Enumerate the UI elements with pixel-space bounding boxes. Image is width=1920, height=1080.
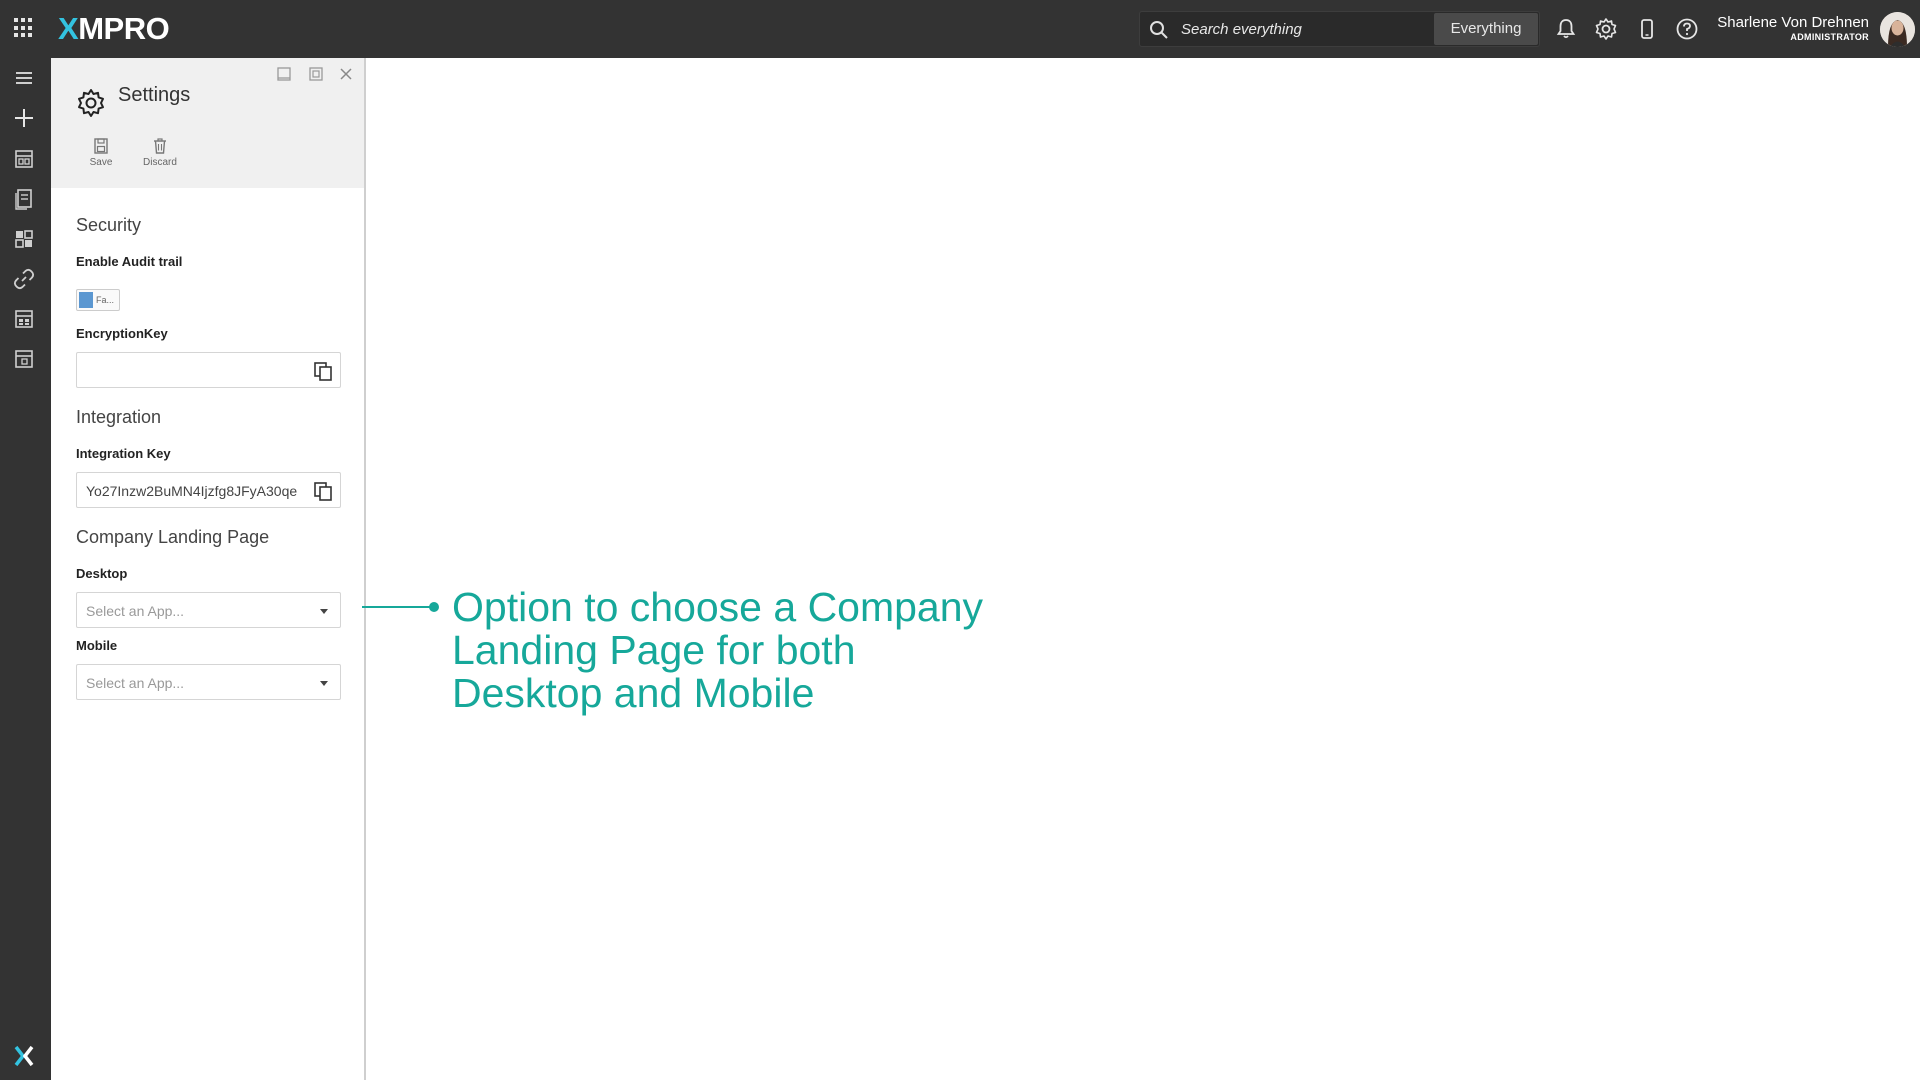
copy-icon[interactable] (312, 360, 334, 382)
security-heading: Security (76, 215, 142, 235)
avatar[interactable] (1880, 12, 1915, 47)
mobile-label: Mobile (76, 638, 118, 653)
connection-icon[interactable] (12, 267, 36, 291)
callout-text: Option to choose a Company Landing Page … (452, 584, 984, 716)
mobile-icon[interactable] (1634, 16, 1660, 42)
toggle-knob (79, 292, 93, 308)
landing-page-heading: Company Landing Page (76, 527, 270, 547)
discard-label: Discard (143, 157, 177, 168)
logo-x: X (58, 11, 79, 46)
search-input[interactable]: Search everything (1181, 21, 1302, 38)
maximize-icon[interactable] (307, 65, 325, 83)
desktop-app-select[interactable]: Select an App... (76, 592, 341, 628)
desktop-select-placeholder: Select an App... (86, 603, 185, 619)
grid-icon[interactable] (14, 18, 34, 38)
gear-icon (78, 89, 104, 117)
integration-key-label: Integration Key (76, 446, 171, 461)
help-icon[interactable] (1674, 16, 1700, 42)
left-rail (0, 58, 51, 1080)
minimize-icon[interactable] (275, 65, 293, 83)
avatar-image (1880, 12, 1915, 47)
plus-icon[interactable] (12, 106, 36, 130)
bell-icon[interactable] (1553, 16, 1579, 42)
chevron-down-icon (320, 681, 328, 686)
dashboard-icon[interactable] (12, 227, 36, 251)
settings-panel: Settings Save Discard Security Enable Au… (51, 58, 366, 1080)
copy-icon[interactable] (312, 480, 334, 502)
save-label: Save (89, 157, 113, 168)
user-name[interactable]: Sharlene Von Drehnen (1717, 14, 1869, 31)
integration-key-value[interactable]: Yo27Inzw2BuMN4Ijzfg8JFyA30qe (86, 483, 301, 499)
template-icon[interactable] (12, 347, 36, 371)
integration-heading: Integration (76, 407, 162, 427)
search-bar[interactable]: Search everything Everything (1139, 11, 1540, 47)
save-icon (94, 138, 108, 154)
discard-button[interactable]: Discard (135, 137, 185, 168)
audit-trail-label: Enable Audit trail (76, 254, 183, 269)
menu-icon[interactable] (12, 66, 36, 90)
trash-icon (154, 138, 166, 154)
integration-key-field[interactable]: Yo27Inzw2BuMN4Ijzfg8JFyA30qe (76, 472, 341, 508)
desktop-label: Desktop (76, 566, 128, 581)
encryption-key-label: EncryptionKey (76, 326, 168, 341)
app-designer-icon[interactable] (12, 307, 36, 331)
logo-text: MPRO (78, 11, 170, 46)
app-logo[interactable]: X MPRO (58, 11, 170, 47)
data-streams-icon[interactable] (12, 187, 36, 211)
audit-trail-toggle[interactable]: Fa... (76, 289, 120, 311)
callout-dot (429, 602, 439, 612)
callout-line (362, 606, 432, 608)
encryption-key-field[interactable] (76, 352, 341, 388)
search-icon (1150, 21, 1168, 39)
user-role: ADMINISTRATOR (1790, 32, 1869, 42)
close-icon[interactable] (337, 65, 355, 83)
xmpro-brand-icon[interactable] (12, 1044, 36, 1068)
chevron-down-icon (320, 609, 328, 614)
mobile-app-select[interactable]: Select an App... (76, 664, 341, 700)
panel-header: Settings Save Discard (51, 58, 364, 188)
mobile-select-placeholder: Select an App... (86, 675, 185, 691)
recent-apps-icon[interactable] (12, 147, 36, 171)
gear-icon[interactable] (1593, 16, 1619, 42)
page-title: Settings (118, 84, 191, 106)
search-scope-button[interactable]: Everything (1434, 13, 1538, 45)
toggle-text: Fa... (96, 295, 115, 305)
save-button[interactable]: Save (76, 137, 126, 168)
top-bar: X MPRO Search everything Everything Sharl… (0, 0, 1920, 58)
